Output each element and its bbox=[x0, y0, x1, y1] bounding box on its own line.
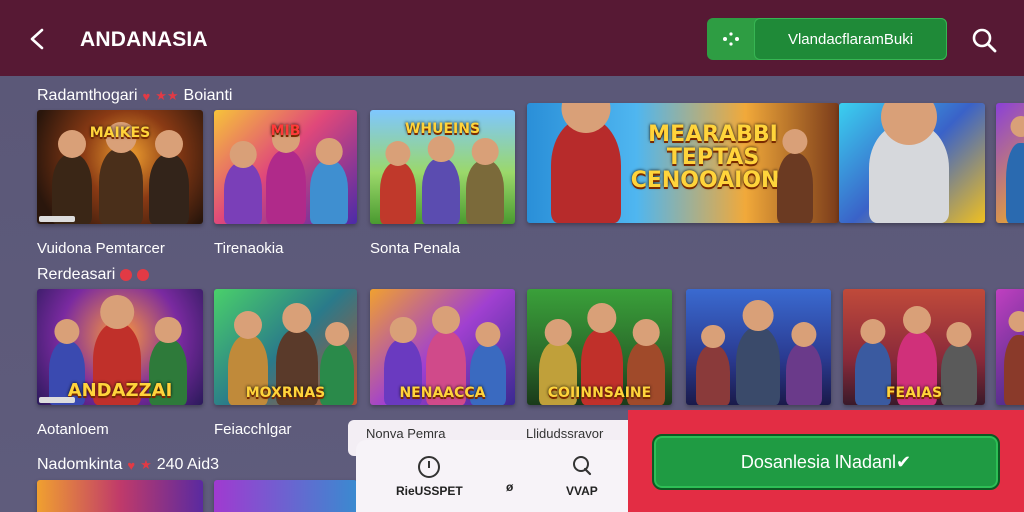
nav-label: RieUSSPET bbox=[396, 484, 463, 498]
section-title: Nadomkinta ♥ ★ 240 Aid3 bbox=[37, 456, 219, 474]
banner-title: MEARABBI TEPTAS CENOOAIONS bbox=[630, 122, 796, 194]
bottom-navigation: RieUSSPET ø VVAP bbox=[356, 440, 656, 512]
card-badge bbox=[39, 397, 75, 403]
game-card[interactable]: WHUEINS bbox=[370, 110, 515, 224]
card-caption: Feiacchlgar bbox=[214, 421, 292, 438]
game-card[interactable]: MAIKES bbox=[37, 110, 203, 224]
rating-stars: ★★ bbox=[155, 88, 179, 103]
app-title: ANDANASIA bbox=[80, 28, 208, 51]
search-icon bbox=[572, 456, 591, 476]
game-card[interactable] bbox=[996, 289, 1024, 405]
card-title: MIB bbox=[270, 123, 301, 139]
card-title: COIINNSAINE bbox=[547, 385, 652, 402]
section-title-tail: Boianti bbox=[183, 87, 233, 104]
nav-label: VVAP bbox=[566, 484, 598, 498]
card-caption: Tirenaokia bbox=[214, 240, 284, 257]
game-card[interactable]: MOXRNAS bbox=[214, 289, 357, 405]
top-app-bar: ANDANASIA VlandacflaramBuki bbox=[0, 0, 1024, 76]
card-caption: Vuidona Pemtarcer bbox=[37, 240, 165, 257]
game-card[interactable]: FEAIAS bbox=[843, 289, 985, 405]
section-title: Rerdeasari bbox=[37, 266, 150, 284]
popup-caption: Llidudssravor bbox=[526, 426, 604, 441]
back-button[interactable] bbox=[20, 22, 54, 56]
badge-icon bbox=[120, 269, 133, 281]
card-title: MAIKES bbox=[89, 125, 151, 141]
featured-banner[interactable]: MEARABBI TEPTAS CENOOAIONS bbox=[527, 103, 839, 223]
game-card[interactable] bbox=[37, 480, 203, 512]
section-title-text: Radamthogari bbox=[37, 87, 138, 104]
game-card[interactable]: COIINNSAINE bbox=[527, 289, 672, 405]
badge-icon bbox=[137, 269, 150, 281]
card-badge bbox=[39, 216, 75, 222]
game-card[interactable] bbox=[214, 480, 357, 512]
search-button[interactable] bbox=[966, 22, 1002, 58]
nav-item-search[interactable]: VVAP bbox=[566, 454, 598, 498]
nav-label: ø bbox=[506, 480, 514, 494]
game-card[interactable]: NENAACCA bbox=[370, 289, 515, 405]
nav-item-middle[interactable]: ø bbox=[506, 480, 513, 494]
section-title: Radamthogari ♥ ★★ Boianti bbox=[37, 87, 232, 105]
heart-icon: ♥ bbox=[142, 88, 151, 104]
game-card[interactable]: ANDAZZAI bbox=[37, 289, 203, 405]
game-card[interactable]: MIB bbox=[214, 110, 357, 224]
power-icon bbox=[418, 456, 441, 478]
rating-stars: ★ bbox=[140, 457, 152, 472]
card-caption: Aotanloem bbox=[37, 421, 109, 438]
controller-icon[interactable] bbox=[716, 25, 746, 53]
section-title-tail: 240 Aid3 bbox=[156, 456, 220, 473]
header-action-button[interactable]: VlandacflaramBuki bbox=[754, 18, 947, 60]
card-caption: Sonta Penala bbox=[370, 240, 461, 257]
game-card[interactable] bbox=[839, 103, 985, 223]
card-title: MOXRNAS bbox=[245, 385, 326, 402]
game-card[interactable] bbox=[996, 103, 1024, 223]
section-title-text: Rerdeasari bbox=[37, 266, 116, 283]
card-title: NENAACCA bbox=[399, 385, 486, 402]
section-title-text: Nadomkinta bbox=[37, 456, 123, 473]
nav-item-reset[interactable]: RieUSSPET bbox=[396, 454, 463, 498]
search-icon bbox=[972, 28, 997, 53]
card-title: WHUEINS bbox=[404, 121, 481, 137]
game-card[interactable] bbox=[686, 289, 831, 405]
arrow-left-icon bbox=[30, 28, 44, 50]
popup-caption: Nonva Pemra bbox=[366, 426, 446, 441]
heart-icon: ♥ bbox=[127, 457, 136, 473]
download-button[interactable]: Dosanlesia lNadanl✔ bbox=[652, 434, 1000, 490]
card-title: FEAIAS bbox=[885, 385, 943, 402]
